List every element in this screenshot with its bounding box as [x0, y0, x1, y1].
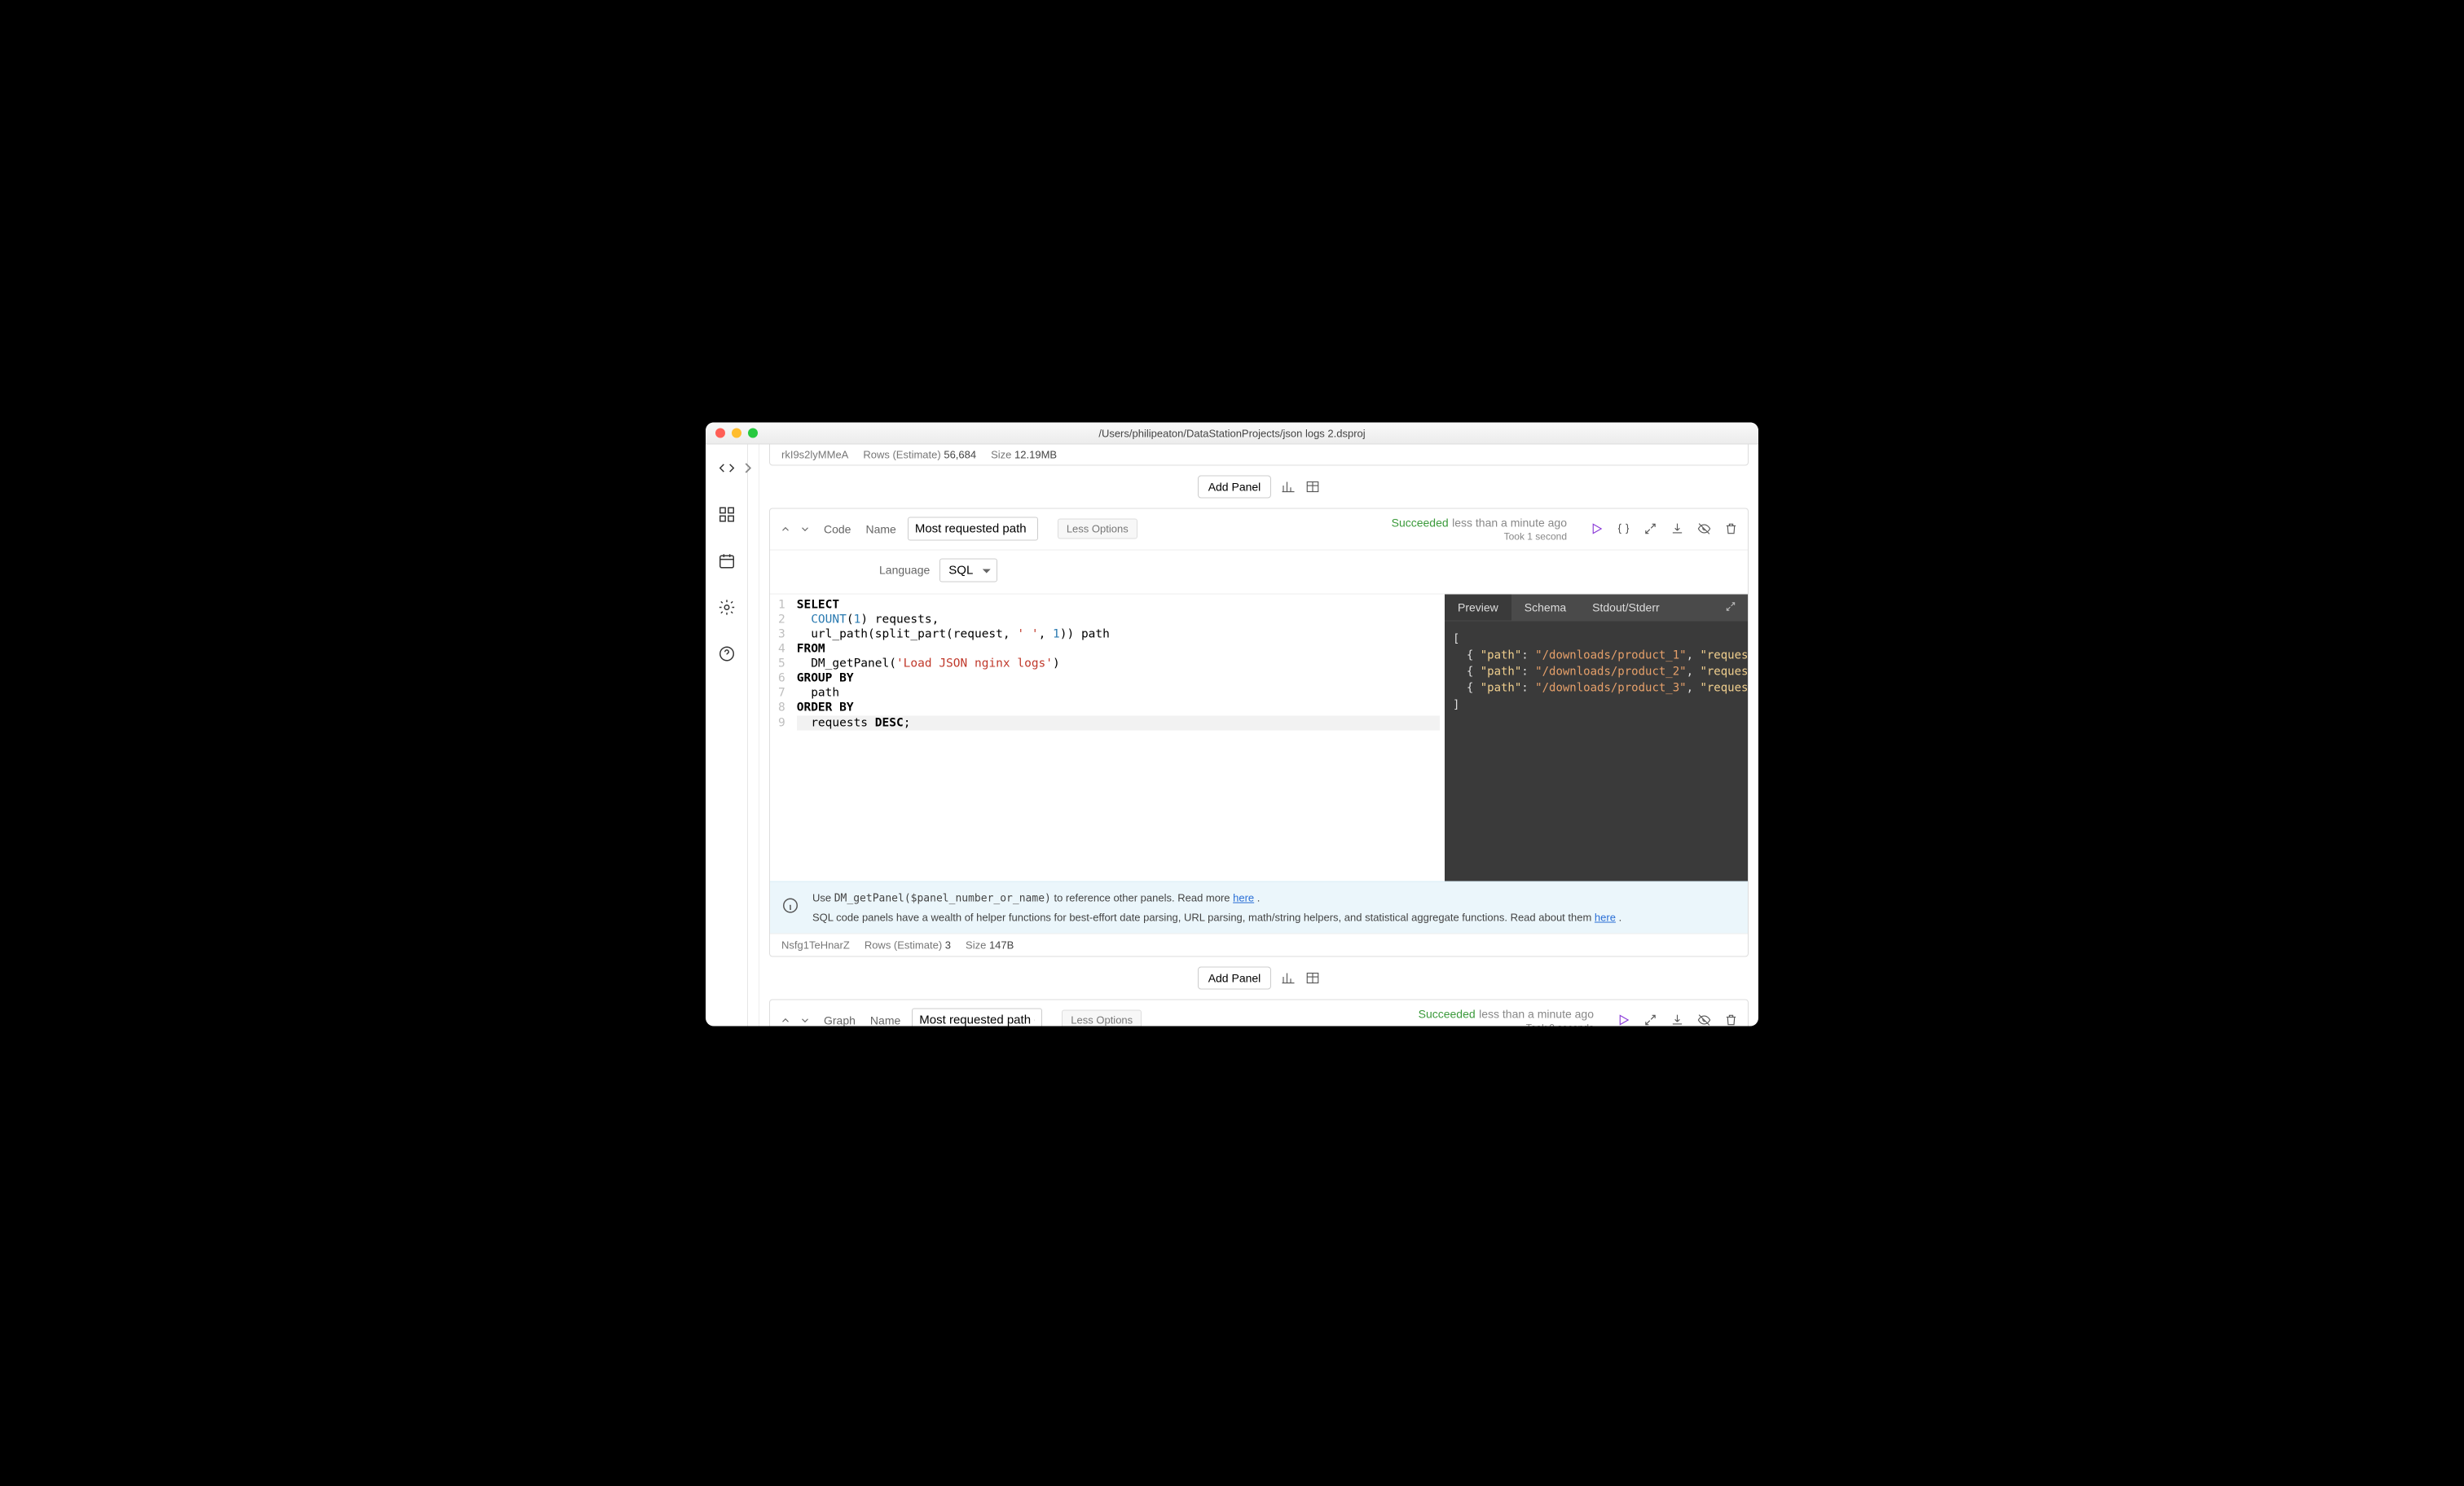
panel-status: Succeeded less than a minute ago Took 0 …: [1419, 1006, 1594, 1026]
prev-panel-footer: rkI9s2lyMMeA Rows (Estimate) 56,684 Size…: [769, 445, 1749, 466]
preview-pane: Preview Schema Stdout/Stderr [ { "path":…: [1445, 594, 1748, 881]
language-row: Language SQL: [770, 550, 1748, 594]
gutter: [748, 445, 759, 1027]
info-link-1[interactable]: here: [1233, 891, 1254, 903]
help-icon[interactable]: [718, 645, 736, 667]
code-editor[interactable]: 123456789 SELECT COUNT(1) requests, url_…: [770, 594, 1445, 881]
language-label: Language: [879, 564, 930, 577]
panel-name-input[interactable]: [912, 1009, 1042, 1027]
eye-off-icon[interactable]: [1697, 1013, 1711, 1027]
eye-off-icon[interactable]: [1697, 522, 1711, 536]
panel-header: Code Name Less Options Succeeded less th…: [770, 509, 1748, 551]
add-panel-row-2: Add Panel: [759, 956, 1758, 999]
titlebar: /Users/philipeaton/DataStationProjects/j…: [706, 423, 1758, 445]
chevron-up-icon[interactable]: [780, 523, 791, 534]
preview-body: [ { "path": "/downloads/product_1", "req…: [1445, 621, 1748, 723]
chevron-up-icon[interactable]: [780, 1014, 791, 1026]
expand-preview-icon[interactable]: [1714, 594, 1748, 621]
calendar-icon[interactable]: [718, 552, 736, 574]
panel-footer: Nsfg1TeHnarZ Rows (Estimate) 3 Size 147B: [770, 933, 1748, 956]
panel-status: Succeeded less than a minute ago Took 1 …: [1392, 516, 1567, 543]
bar-chart-icon[interactable]: [1281, 480, 1296, 495]
info-icon: [781, 896, 799, 914]
sidebar-collapse-icon[interactable]: [739, 459, 757, 481]
panel-id: rkI9s2lyMMeA: [781, 449, 848, 461]
info-box: Use DM_getPanel($panel_number_or_name) t…: [770, 881, 1748, 933]
app-window: /Users/philipeaton/DataStationProjects/j…: [706, 423, 1758, 1027]
sidebar: [706, 445, 748, 1027]
panel-id: Nsfg1TeHnarZ: [781, 939, 850, 951]
add-panel-button[interactable]: Add Panel: [1198, 476, 1272, 499]
expand-icon[interactable]: [1643, 1013, 1657, 1027]
gear-icon[interactable]: [718, 599, 736, 621]
chevron-down-icon[interactable]: [799, 1014, 811, 1026]
download-icon[interactable]: [1670, 1013, 1684, 1027]
chevron-down-icon[interactable]: [799, 523, 811, 534]
language-select[interactable]: SQL: [939, 558, 997, 582]
panel-name-label: Name: [870, 1013, 900, 1026]
panel-type-label: Code: [824, 522, 851, 535]
window-title: /Users/philipeaton/DataStationProjects/j…: [706, 427, 1758, 439]
tab-preview[interactable]: Preview: [1445, 595, 1511, 621]
table-icon[interactable]: [1305, 970, 1320, 985]
less-options-button[interactable]: Less Options: [1058, 519, 1137, 539]
play-icon[interactable]: [1617, 1013, 1630, 1027]
dashboard-icon[interactable]: [718, 506, 736, 528]
table-icon[interactable]: [1305, 480, 1320, 495]
tab-schema[interactable]: Schema: [1511, 595, 1579, 621]
play-icon[interactable]: [1590, 522, 1604, 536]
graph-panel: Graph Name Less Options Succeeded less t…: [769, 999, 1749, 1026]
main-content: rkI9s2lyMMeA Rows (Estimate) 56,684 Size…: [759, 445, 1758, 1027]
code-panel: Code Name Less Options Succeeded less th…: [769, 508, 1749, 957]
add-panel-row: Add Panel: [759, 466, 1758, 508]
bar-chart-icon[interactable]: [1281, 970, 1296, 985]
expand-icon[interactable]: [1643, 522, 1657, 536]
braces-icon[interactable]: [1617, 522, 1630, 536]
trash-icon[interactable]: [1724, 522, 1738, 536]
panel-name-input[interactable]: [908, 517, 1038, 541]
panel-type-label: Graph: [824, 1013, 856, 1026]
code-icon[interactable]: [718, 459, 736, 481]
download-icon[interactable]: [1670, 522, 1684, 536]
trash-icon[interactable]: [1724, 1013, 1738, 1027]
panel-name-label: Name: [865, 522, 895, 535]
panel-header: Graph Name Less Options Succeeded less t…: [770, 1000, 1748, 1026]
less-options-button[interactable]: Less Options: [1062, 1010, 1142, 1027]
add-panel-button[interactable]: Add Panel: [1198, 966, 1272, 989]
info-link-2[interactable]: here: [1595, 911, 1616, 923]
tab-stdout[interactable]: Stdout/Stderr: [1579, 595, 1673, 621]
